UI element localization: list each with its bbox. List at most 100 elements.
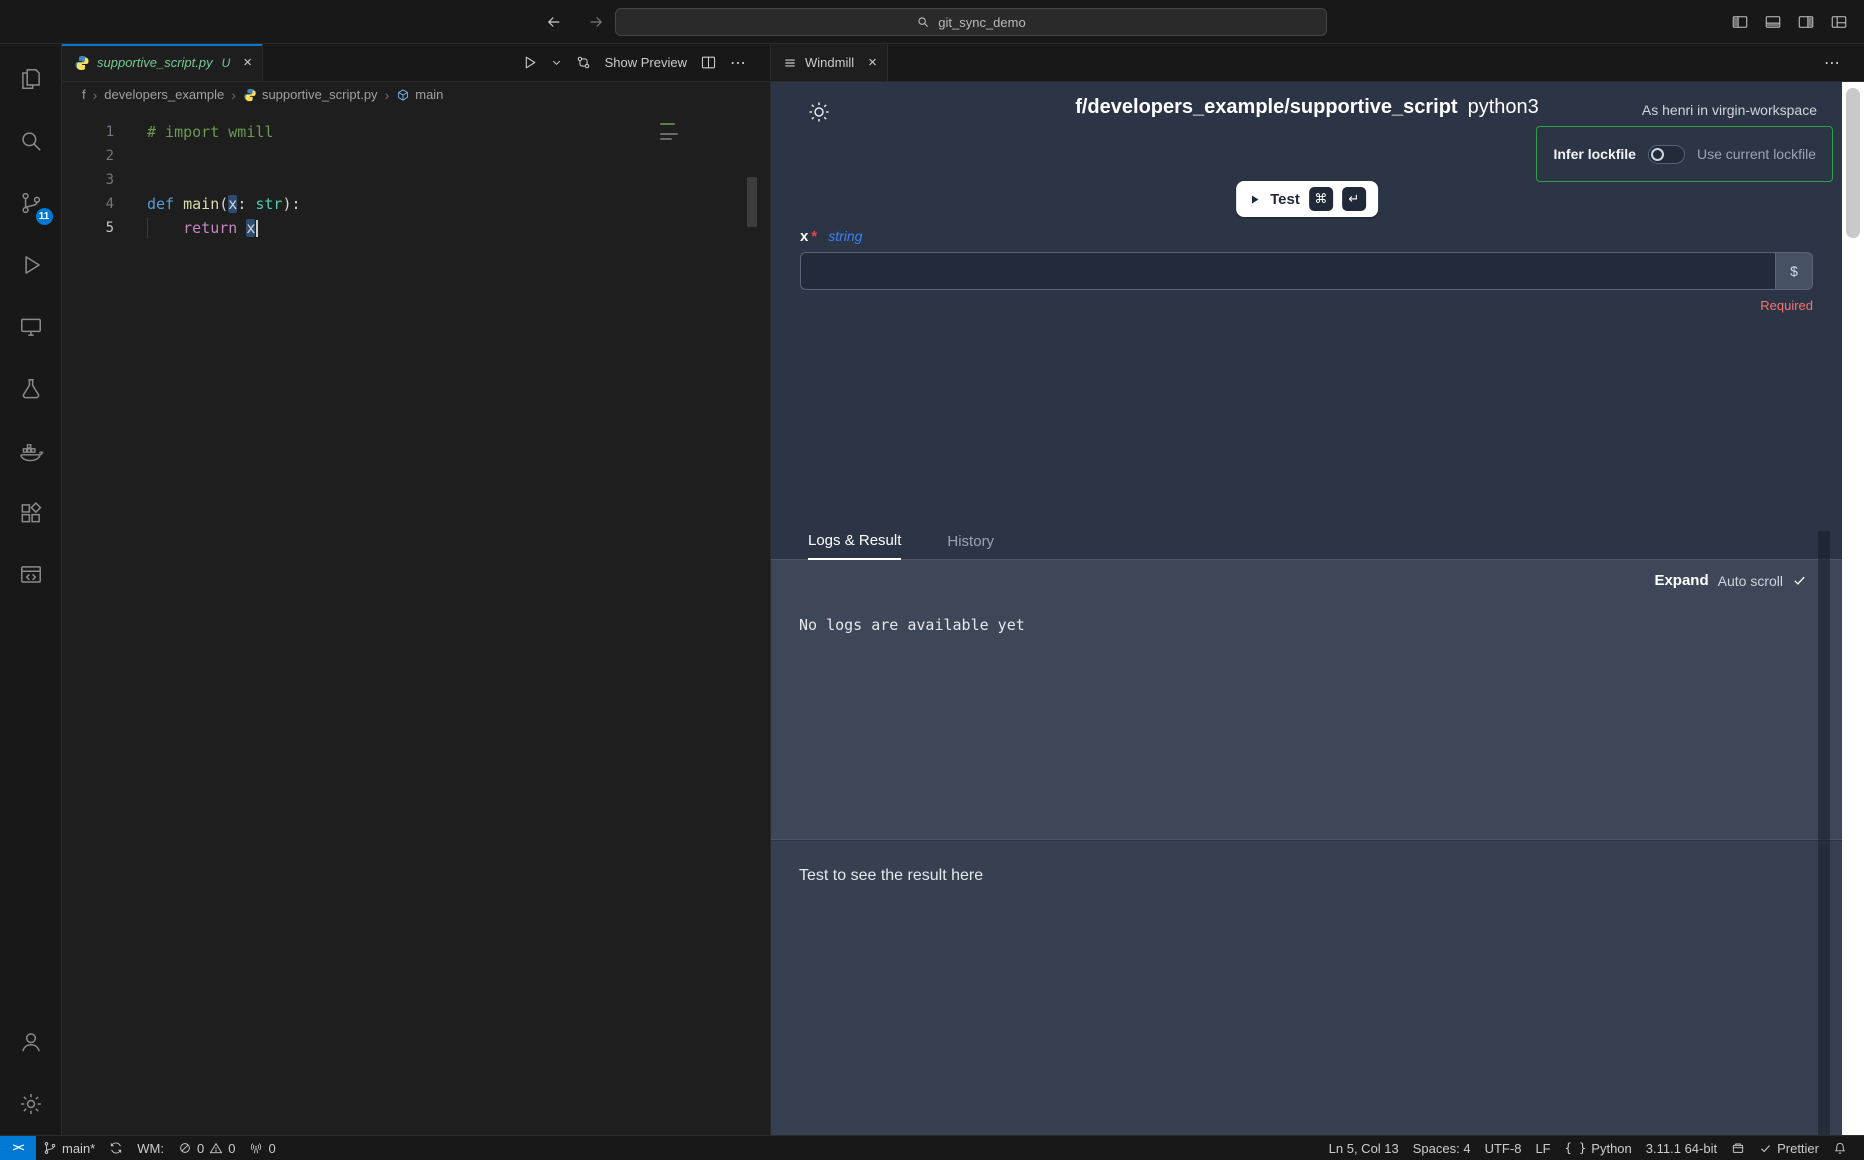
back-icon[interactable] <box>545 13 563 31</box>
more-actions-icon[interactable]: ⋯ <box>730 53 746 73</box>
open-changes-icon[interactable] <box>575 54 592 71</box>
command-center-search[interactable]: git_sync_demo <box>615 8 1327 36</box>
warning-icon <box>209 1141 223 1155</box>
code-line[interactable]: 3 <box>62 168 770 192</box>
settings-gear-icon[interactable] <box>0 1073 62 1135</box>
arg-x-input[interactable] <box>800 252 1775 290</box>
tab-supportive-script[interactable]: supportive_script.py U × <box>62 44 263 81</box>
argument-label-row: x * string <box>800 228 862 245</box>
enter-key-badge: ↵ <box>1342 187 1366 211</box>
extensions-icon[interactable] <box>0 482 62 544</box>
minimap[interactable] <box>660 123 680 140</box>
code-token <box>174 195 183 213</box>
breadcrumb-folder[interactable]: developers_example <box>104 87 224 102</box>
breadcrumb-symbol[interactable]: main <box>396 87 443 102</box>
show-preview-button[interactable]: Show Preview <box>605 55 687 70</box>
windmill-tab-bar: Windmill × ⋯ <box>771 44 1864 82</box>
container-status-item[interactable] <box>1724 1136 1752 1160</box>
eol-item[interactable]: LF <box>1528 1136 1557 1160</box>
vscode-window: git_sync_demo 11 <box>0 0 1864 1160</box>
search-sidebar-icon[interactable] <box>0 110 62 172</box>
ports-count: 0 <box>268 1141 275 1156</box>
status-left: main* WM: 0 0 0 <box>36 1136 283 1160</box>
code-token <box>237 219 246 237</box>
interpreter-item[interactable]: 3.11.1 64-bit <box>1639 1136 1724 1160</box>
language-mode-item[interactable]: { } Python <box>1558 1136 1639 1160</box>
tab-close-icon[interactable]: × <box>243 55 252 70</box>
title-bar: git_sync_demo <box>0 0 1864 44</box>
check-icon <box>1759 1142 1772 1155</box>
formatter-item[interactable]: Prettier <box>1752 1136 1826 1160</box>
result-tabs: Logs & Result History <box>771 527 1843 560</box>
run-debug-icon[interactable] <box>0 234 62 296</box>
check-icon[interactable] <box>1792 573 1807 588</box>
cursor-position-item[interactable]: Ln 5, Col 13 <box>1322 1136 1406 1160</box>
indentation-item[interactable]: Spaces: 4 <box>1406 1136 1478 1160</box>
source-control-icon[interactable]: 11 <box>0 172 62 234</box>
more-actions-icon[interactable]: ⋯ <box>1824 53 1840 73</box>
testing-beaker-icon[interactable] <box>0 358 62 420</box>
customize-layout-icon[interactable] <box>1830 13 1848 31</box>
chevron-right-icon: › <box>231 87 236 103</box>
auto-scroll-label[interactable]: Auto scroll <box>1718 573 1783 589</box>
breadcrumb-root[interactable]: f <box>82 87 86 102</box>
cmd-key-badge: ⌘ <box>1309 187 1333 211</box>
sync-item[interactable] <box>102 1136 130 1160</box>
forward-icon[interactable] <box>587 13 605 31</box>
bell-icon <box>1833 1141 1847 1155</box>
notifications-item[interactable] <box>1826 1136 1854 1160</box>
infer-lockfile-label: Infer lockfile <box>1553 146 1635 162</box>
result-hint: Test to see the result here <box>799 867 1815 885</box>
ports-item[interactable]: 0 <box>242 1136 282 1160</box>
tab-close-icon[interactable]: × <box>868 55 877 70</box>
test-button-label: Test <box>1270 191 1300 208</box>
variable-picker-button[interactable]: $ <box>1775 252 1813 290</box>
line-number: 4 <box>62 192 114 216</box>
symbol-function-icon <box>396 88 410 102</box>
toggle-sidebar-right-icon[interactable] <box>1797 13 1815 31</box>
git-branch-item[interactable]: main* <box>36 1136 102 1160</box>
webview-scrollbar-track <box>1842 82 1864 1135</box>
remote-indicator[interactable]: >< <box>0 1136 36 1160</box>
tab-logs-result[interactable]: Logs & Result <box>808 532 901 560</box>
user-workspace-context: As henri in virgin-workspace <box>1642 102 1817 118</box>
accounts-icon[interactable] <box>0 1011 62 1073</box>
lockfile-toggle[interactable] <box>1648 145 1685 164</box>
code-token: main <box>183 195 219 213</box>
preview-window-icon[interactable] <box>0 544 62 606</box>
tab-windmill[interactable]: Windmill × <box>771 44 888 81</box>
problems-item[interactable]: 0 0 <box>171 1136 242 1160</box>
run-dropdown-chevron-icon[interactable] <box>551 57 562 68</box>
panel-scrollbar[interactable] <box>1818 531 1830 1135</box>
no-logs-message: No logs are available yet <box>799 616 1025 634</box>
encoding-item[interactable]: UTF-8 <box>1478 1136 1529 1160</box>
editor-tab-bar: supportive_script.py U × Show Preview <box>62 44 770 82</box>
tab-history[interactable]: History <box>947 533 994 559</box>
code-line[interactable]: 4 def main(x: str): <box>62 192 770 216</box>
list-icon <box>783 56 797 70</box>
code-line-active[interactable]: 5 return x <box>62 216 770 240</box>
split-editor-icon[interactable] <box>700 54 717 71</box>
explorer-icon[interactable] <box>0 48 62 110</box>
breadcrumb-file[interactable]: supportive_script.py <box>243 87 378 102</box>
editor-scrollbar-thumb[interactable] <box>747 177 757 227</box>
test-button[interactable]: Test ⌘ ↵ <box>1236 181 1378 217</box>
line-number: 3 <box>62 168 114 192</box>
toggle-panel-icon[interactable] <box>1764 13 1782 31</box>
breadcrumb: f › developers_example › supportive_scri… <box>62 82 770 107</box>
expand-button[interactable]: Expand <box>1654 572 1708 589</box>
toggle-sidebar-left-icon[interactable] <box>1731 13 1749 31</box>
webview-scrollbar-thumb[interactable] <box>1846 88 1860 238</box>
layout-controls <box>1731 0 1848 44</box>
windmill-status-item[interactable]: WM: <box>130 1136 171 1160</box>
status-bar: >< main* WM: 0 0 0 Ln 5, <box>0 1135 1864 1160</box>
play-icon <box>1248 193 1261 206</box>
cursor-position: Ln 5, Col 13 <box>1329 1141 1399 1156</box>
docker-icon[interactable] <box>0 420 62 482</box>
required-asterisk: * <box>811 228 817 245</box>
remote-explorer-icon[interactable] <box>0 296 62 358</box>
run-script-icon[interactable] <box>521 54 538 71</box>
code-editor[interactable]: 1 # import wmill 2 3 4 def main(x: str):… <box>62 107 770 1135</box>
windmill-status-label: WM: <box>137 1141 164 1156</box>
code-line[interactable]: 2 <box>62 144 770 168</box>
